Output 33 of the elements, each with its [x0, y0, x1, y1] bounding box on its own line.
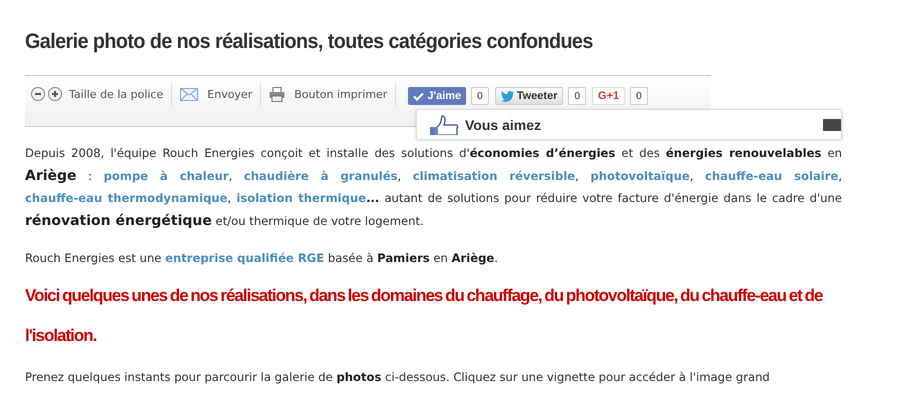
share-count: 0	[568, 87, 586, 105]
like-button[interactable]: J'aime	[408, 87, 466, 105]
text-link[interactable]: chauffe-eau thermodynamique	[25, 191, 228, 205]
text-link[interactable]: pompe à chaleur	[104, 168, 229, 182]
section-heading: Voici quelques unes de nos réalisations, dans les domaines du chauffage, du photovoltaïque, du chauffe-eau et de l'isolation.	[25, 284, 824, 346]
zoom-out-button[interactable]	[31, 87, 45, 101]
photo-placeholder	[823, 118, 841, 130]
envelope-icon	[180, 88, 198, 100]
text-link[interactable]: chaudière à granulés	[244, 168, 398, 182]
google-plus-button[interactable]: G+1	[592, 87, 626, 105]
share-count: 0	[471, 87, 489, 105]
share-count: 0	[630, 87, 648, 105]
popup-text: Vous aimez	[465, 116, 541, 132]
paragraph: Rouch Energies est une entreprise qualifiée RGE basée à Pamiers en Ariège.	[25, 250, 499, 267]
printer-icon	[269, 86, 286, 102]
paragraph: Depuis 2008, l'équipe Rouch Energies conçoit et installe des solutions d'économies d’énergies et des énergies renouvelables en Ariège : pompe à chaleur, chaudière à granulés, climatisation réversible, photovoltaïque, chauffe-eau solaire, chauffe-eau thermodynamique, isolation thermique... autant de solutions pour réduire votre facture d'énergie dans le cadre d'une rénovation énergétique et/ou thermique de votre logement.	[25, 145, 842, 230]
text-link[interactable]: entreprise qualifiée RGE	[165, 251, 324, 265]
font-size-label: Taille de la police	[69, 88, 164, 100]
page-title: Galerie photo de nos réalisations, toutes catégories confondues	[25, 30, 594, 54]
print-link[interactable]: Bouton imprimer	[261, 85, 396, 103]
thumbs-up-icon	[429, 114, 459, 134]
tweet-button[interactable]: Tweeter	[494, 87, 564, 105]
paragraph: Prenez quelques instants pour parcourir la galerie de photos ci-dessous. Cliquez sur une vignette pour accéder à l'image grand	[25, 368, 771, 386]
zoom-in-button[interactable]	[48, 87, 62, 101]
text-link[interactable]: climatisation réversible	[412, 168, 576, 182]
send-link[interactable]: Envoyer	[172, 85, 260, 103]
minus-icon	[34, 90, 42, 98]
text-link[interactable]: chauffe-eau solaire	[704, 168, 838, 182]
plus-icon	[51, 90, 59, 98]
text-link[interactable]: photovoltaïque	[590, 168, 690, 182]
check-icon	[413, 92, 424, 100]
bird-icon	[500, 90, 514, 102]
text-link[interactable]: isolation thermique	[236, 191, 366, 205]
